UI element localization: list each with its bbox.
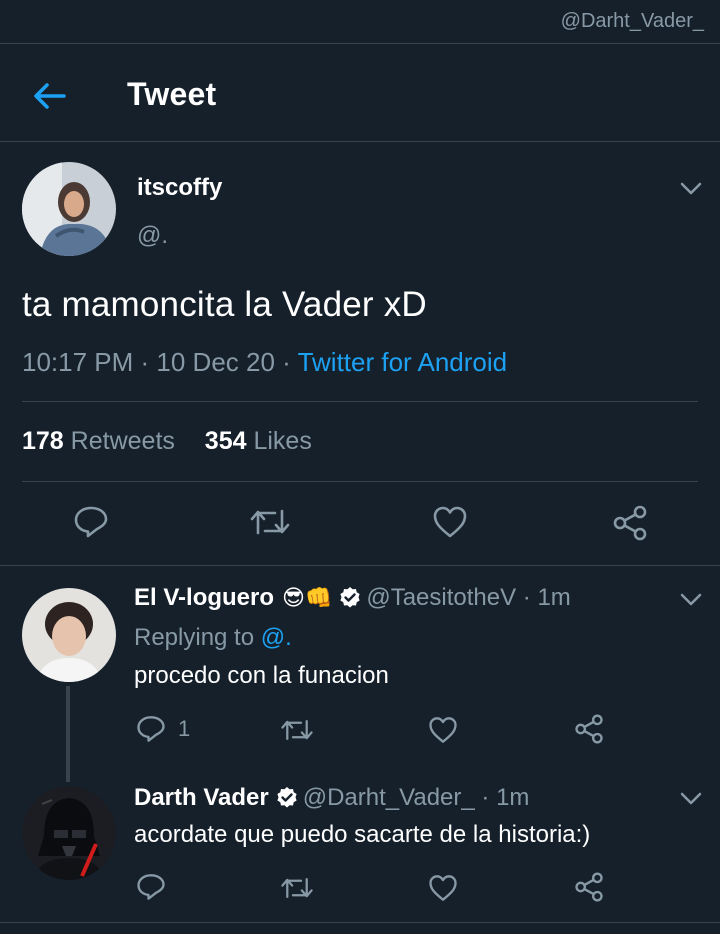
retweets-label: Retweets bbox=[70, 427, 175, 455]
chevron-down-icon bbox=[680, 182, 702, 195]
watermark: @Darht_Vader_ bbox=[560, 10, 704, 32]
stats-divider bbox=[22, 481, 698, 482]
like-icon bbox=[429, 875, 457, 901]
tweet-menu-button[interactable] bbox=[676, 174, 706, 204]
verified-badge-icon bbox=[340, 587, 360, 608]
reply-author-name[interactable]: Darth Vader bbox=[134, 784, 269, 812]
replying-to-label: Replying to bbox=[134, 624, 255, 651]
reply-icon bbox=[137, 874, 165, 900]
reply-button[interactable] bbox=[73, 505, 109, 539]
chevron-down-icon bbox=[680, 593, 702, 606]
thread-line bbox=[66, 686, 70, 782]
reply-reply-button[interactable] bbox=[136, 872, 166, 902]
verified-badge-icon bbox=[277, 787, 297, 808]
back-arrow-icon bbox=[34, 83, 66, 109]
watermark-divider bbox=[0, 43, 720, 44]
reply-text: procedo con la funacion bbox=[134, 662, 389, 689]
replying-to-handle[interactable]: @. bbox=[261, 624, 292, 651]
reply-header: El V-loguero 😎👊 @TaesitotheV · 1m bbox=[134, 584, 571, 612]
reply-menu-button[interactable] bbox=[676, 784, 706, 814]
retweet-icon bbox=[250, 509, 290, 535]
reply-share-button[interactable] bbox=[574, 714, 604, 744]
retweets-stat[interactable]: 178 Retweets bbox=[22, 427, 175, 455]
author-name[interactable]: itscoffy bbox=[137, 174, 222, 202]
reply-retweet-button[interactable] bbox=[280, 716, 314, 744]
like-icon bbox=[429, 717, 457, 743]
retweets-count: 178 bbox=[22, 427, 64, 455]
reply-share-button[interactable] bbox=[574, 872, 604, 902]
reply-time: 1m bbox=[537, 584, 571, 611]
reply-like-button[interactable] bbox=[428, 715, 458, 745]
reply-author-handle[interactable]: @TaesitotheV bbox=[366, 584, 516, 612]
like-icon bbox=[433, 506, 467, 538]
retweet-button[interactable] bbox=[249, 505, 291, 539]
bottom-divider bbox=[0, 922, 720, 923]
reply-author-name[interactable]: El V-loguero bbox=[134, 584, 274, 612]
author-handle[interactable]: @. bbox=[137, 222, 168, 250]
tweet-time: 10:17 PM bbox=[22, 347, 134, 377]
page-title: Tweet bbox=[127, 76, 217, 112]
reply-reply-button[interactable]: 1 bbox=[136, 714, 190, 744]
share-button[interactable] bbox=[612, 505, 648, 541]
reply-avatar[interactable] bbox=[22, 786, 116, 880]
chevron-down-icon bbox=[680, 792, 702, 805]
reply-header: Darth Vader @Darht_Vader_ · 1m bbox=[134, 784, 530, 812]
actions-divider bbox=[0, 565, 720, 566]
reply-text: acordate que puedo sacarte de la histori… bbox=[134, 821, 591, 848]
tweet-text: ta mamoncita la Vader xD bbox=[22, 285, 427, 324]
reply-avatar[interactable] bbox=[22, 588, 116, 682]
reply-icon bbox=[74, 506, 108, 538]
header-divider bbox=[0, 141, 720, 142]
reply-like-button[interactable] bbox=[428, 873, 458, 903]
meta-divider bbox=[22, 401, 698, 402]
tweet-source-link[interactable]: Twitter for Android bbox=[298, 347, 508, 377]
likes-label: Likes bbox=[253, 427, 312, 455]
replying-to: Replying to @. bbox=[134, 624, 292, 652]
reply-retweet-button[interactable] bbox=[280, 874, 314, 902]
reply-time: 1m bbox=[496, 784, 530, 811]
retweet-icon bbox=[281, 877, 313, 899]
reply-menu-button[interactable] bbox=[676, 585, 706, 615]
author-avatar[interactable] bbox=[22, 162, 116, 256]
reply-icon bbox=[137, 716, 165, 742]
share-icon bbox=[613, 505, 647, 541]
tweet-stats: 178 Retweets 354 Likes bbox=[22, 427, 312, 456]
share-icon bbox=[575, 714, 603, 744]
likes-stat[interactable]: 354 Likes bbox=[205, 427, 312, 455]
retweet-icon bbox=[281, 719, 313, 741]
likes-count: 354 bbox=[204, 427, 247, 455]
share-icon bbox=[575, 872, 603, 902]
like-button[interactable] bbox=[432, 505, 468, 539]
name-emoji: 😎👊 bbox=[282, 585, 333, 611]
reply-count: 1 bbox=[178, 716, 191, 741]
back-button[interactable] bbox=[28, 74, 72, 118]
reply-author-handle[interactable]: @Darht_Vader_ bbox=[303, 784, 475, 812]
tweet-meta: 10:17 PM · 10 Dec 20 · Twitter for Andro… bbox=[22, 347, 508, 377]
tweet-date: 10 Dec 20 bbox=[156, 347, 275, 377]
